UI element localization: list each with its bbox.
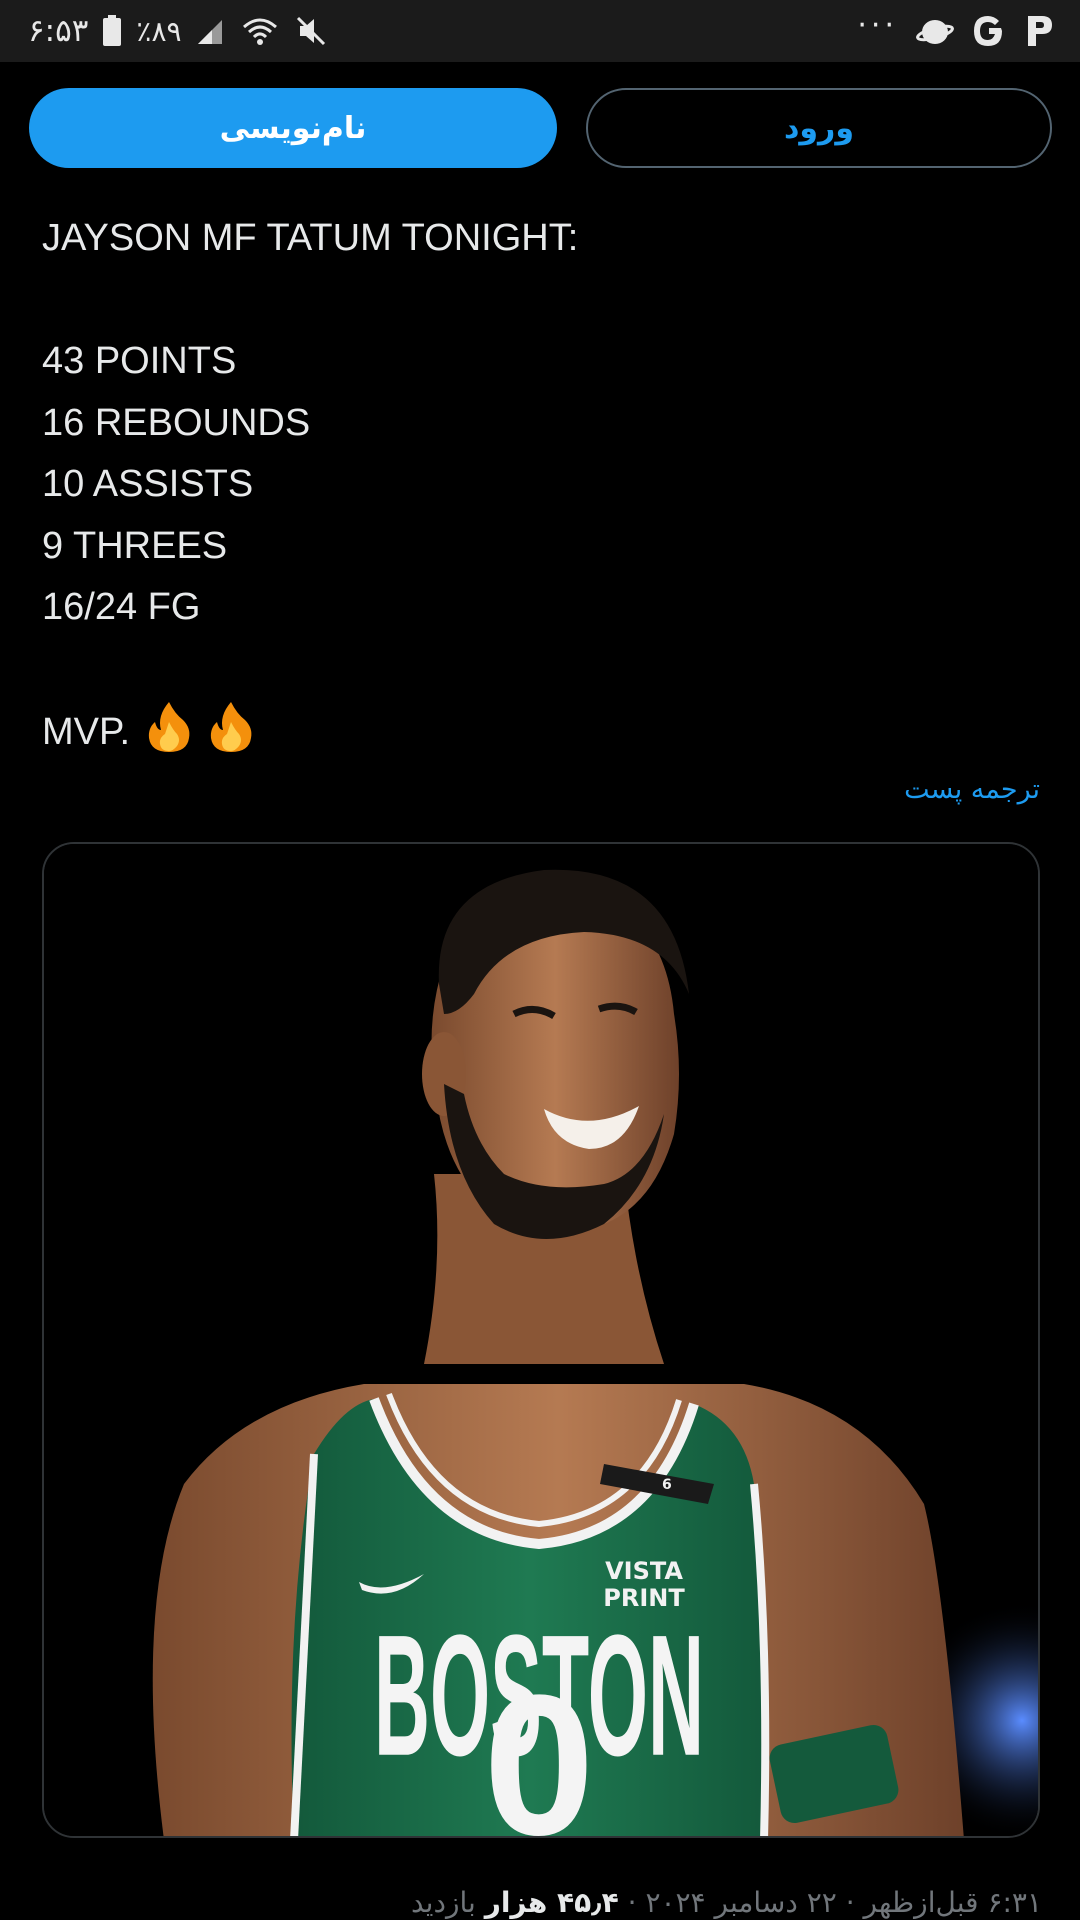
clock: ۶:۵۳: [28, 13, 89, 49]
tweet-line: [42, 639, 1042, 701]
planet-app-icon: [916, 15, 954, 47]
google-icon: [972, 14, 1006, 48]
tweet-line: 43 POINTS: [42, 340, 237, 382]
wifi-icon: [240, 15, 280, 47]
mute-icon: [294, 14, 328, 48]
tweet-line: 16 REBOUNDS: [42, 401, 311, 444]
tweet-line: 9 THREES: [42, 524, 228, 567]
tweet-line: MVP.: [42, 711, 131, 753]
tweet-timestamp: ۶:۳۱ قبل‌ازظهر · ۲۲ دسامبر ۲۰۲۴ ·: [618, 1886, 1042, 1919]
svg-text:VISTA: VISTA: [605, 1557, 683, 1585]
status-bar: ۶:۵۳ ٪۸۹ ···: [0, 0, 1080, 62]
fire-emoji-icon: [148, 702, 189, 752]
tweet-line-mvp: MVP.: [42, 700, 1042, 762]
battery-icon: [102, 15, 122, 47]
status-bar-right: ···: [857, 0, 1054, 62]
signup-button[interactable]: نام‌نویسی: [29, 88, 557, 168]
views-label: بازدید: [410, 1886, 485, 1919]
login-button[interactable]: ورود: [586, 88, 1052, 168]
fire-emoji-icon: [211, 702, 252, 752]
signal-icon: [196, 16, 226, 46]
tweet-text: JAYSON MF TATUM TONIGHT: 43 POINTS 16 RE…: [42, 208, 1042, 762]
more-dots-icon: ···: [857, 8, 898, 43]
translate-post-link[interactable]: ترجمه پست: [904, 774, 1040, 805]
tweet-line: 10 ASSISTS: [42, 463, 254, 505]
auth-bar: نام‌نویسی ورود: [0, 62, 1080, 196]
battery-percent: ٪۸۹: [136, 14, 182, 48]
tweet-line: [42, 270, 1042, 332]
view-count: ۴۵٫۴ هزار: [484, 1886, 619, 1919]
tweet-line: 16/24 FG: [42, 586, 201, 628]
player-photo: VISTA PRINT 6 BOSTON 0: [44, 844, 1038, 1838]
tweet-media-image[interactable]: VISTA PRINT 6 BOSTON 0: [42, 842, 1040, 1838]
status-bar-left: ۶:۵۳ ٪۸۹: [28, 0, 328, 62]
tweet-meta: ۶:۳۱ قبل‌ازظهر · ۲۲ دسامبر ۲۰۲۴ · ۴۵٫۴ ه…: [392, 1886, 1042, 1919]
svg-text:6: 6: [662, 1477, 672, 1493]
p-app-icon: [1024, 14, 1054, 48]
tweet-line: JAYSON MF TATUM TONIGHT:: [42, 217, 579, 259]
svg-text:0: 0: [483, 1654, 594, 1838]
